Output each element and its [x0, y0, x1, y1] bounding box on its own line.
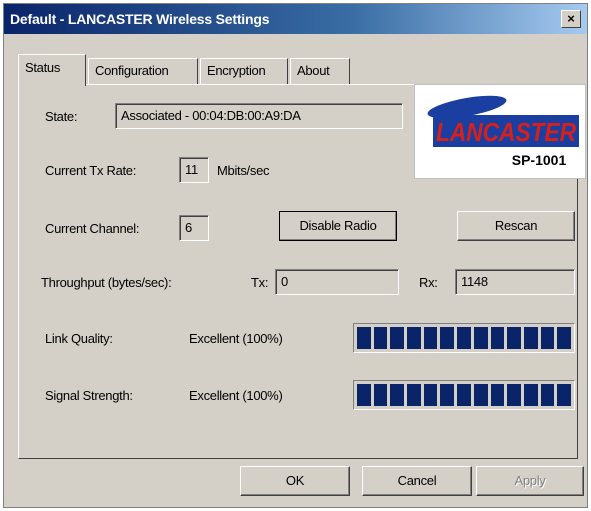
button-label: Disable Radio: [299, 218, 377, 233]
tx-rate-unit: Mbits/sec: [217, 163, 270, 178]
tab-configuration[interactable]: Configuration: [88, 58, 198, 84]
close-button[interactable]: ×: [561, 10, 581, 28]
lancaster-logo-graphic: LANCASTER SP-1001: [427, 95, 579, 168]
title-bar[interactable]: Default - LANCASTER Wireless Settings ×: [4, 4, 587, 34]
link-quality-segment: [457, 327, 471, 349]
logo-brand-text: LANCASTER: [436, 117, 576, 147]
signal-strength-segment: [457, 384, 471, 406]
signal-strength-segment: [557, 384, 571, 406]
signal-strength-value: Excellent (100%): [189, 388, 283, 403]
link-quality-segment: [473, 327, 488, 349]
tab-label: Encryption: [207, 63, 266, 78]
rx-label: Rx:: [419, 275, 438, 290]
link-quality-segment: [423, 327, 438, 349]
link-quality-segment: [390, 327, 405, 349]
throughput-label: Throughput (bytes/sec):: [41, 275, 172, 290]
state-field: Associated - 00:04:DB:00:A9:DA: [115, 103, 403, 129]
channel-label: Current Channel:: [45, 221, 140, 236]
signal-strength-segment: [490, 384, 505, 406]
signal-strength-segment: [390, 384, 405, 406]
tx-rate-field: 11: [179, 157, 209, 183]
close-icon: ×: [567, 11, 575, 26]
tab-status[interactable]: Status: [18, 54, 86, 86]
button-label: Cancel: [397, 473, 437, 488]
link-quality-value: Excellent (100%): [189, 331, 283, 346]
signal-strength-segment: [507, 384, 521, 406]
link-quality-segment: [373, 327, 388, 349]
link-quality-segment: [540, 327, 555, 349]
tab-label: About: [297, 63, 330, 78]
rescan-button[interactable]: Rescan: [457, 211, 575, 241]
channel-field: 6: [179, 215, 209, 241]
tx-field: 0: [275, 269, 399, 295]
signal-strength-segment: [373, 384, 388, 406]
tx-label: Tx:: [251, 275, 269, 290]
signal-strength-segment: [473, 384, 488, 406]
link-quality-meter: [353, 323, 575, 353]
lancaster-logo: LANCASTER SP-1001: [414, 84, 586, 179]
settings-dialog: Default - LANCASTER Wireless Settings × …: [3, 3, 588, 508]
tab-label: Configuration: [95, 63, 169, 78]
signal-strength-segment: [423, 384, 438, 406]
window-title: Default - LANCASTER Wireless Settings: [10, 11, 270, 27]
rx-field: 1148: [455, 269, 575, 295]
apply-button[interactable]: Apply: [476, 466, 584, 496]
logo-model-text: SP-1001: [512, 152, 567, 168]
link-quality-segment: [490, 327, 505, 349]
button-label: Apply: [514, 473, 546, 488]
tab-encryption[interactable]: Encryption: [200, 58, 288, 84]
disable-radio-button[interactable]: Disable Radio: [279, 211, 397, 241]
cancel-button[interactable]: Cancel: [362, 466, 472, 496]
tab-about[interactable]: About: [290, 58, 350, 84]
state-label: State:: [45, 109, 78, 124]
signal-strength-segment: [523, 384, 538, 406]
signal-strength-segment: [540, 384, 555, 406]
link-quality-segment: [507, 327, 521, 349]
link-quality-segment: [557, 327, 571, 349]
link-quality-segment: [357, 327, 371, 349]
link-quality-label: Link Quality:: [45, 331, 113, 346]
link-quality-segment: [407, 327, 421, 349]
tx-rate-label: Current Tx Rate:: [45, 163, 137, 178]
signal-strength-label: Signal Strength:: [45, 388, 133, 403]
signal-strength-meter: [353, 380, 575, 410]
tab-label: Status: [25, 60, 61, 75]
button-label: OK: [285, 473, 305, 488]
signal-strength-segment: [357, 384, 371, 406]
link-quality-segment: [440, 327, 455, 349]
button-label: Rescan: [494, 218, 538, 233]
link-quality-segment: [523, 327, 538, 349]
signal-strength-segment: [407, 384, 421, 406]
signal-strength-segment: [440, 384, 455, 406]
ok-button[interactable]: OK: [240, 466, 350, 496]
